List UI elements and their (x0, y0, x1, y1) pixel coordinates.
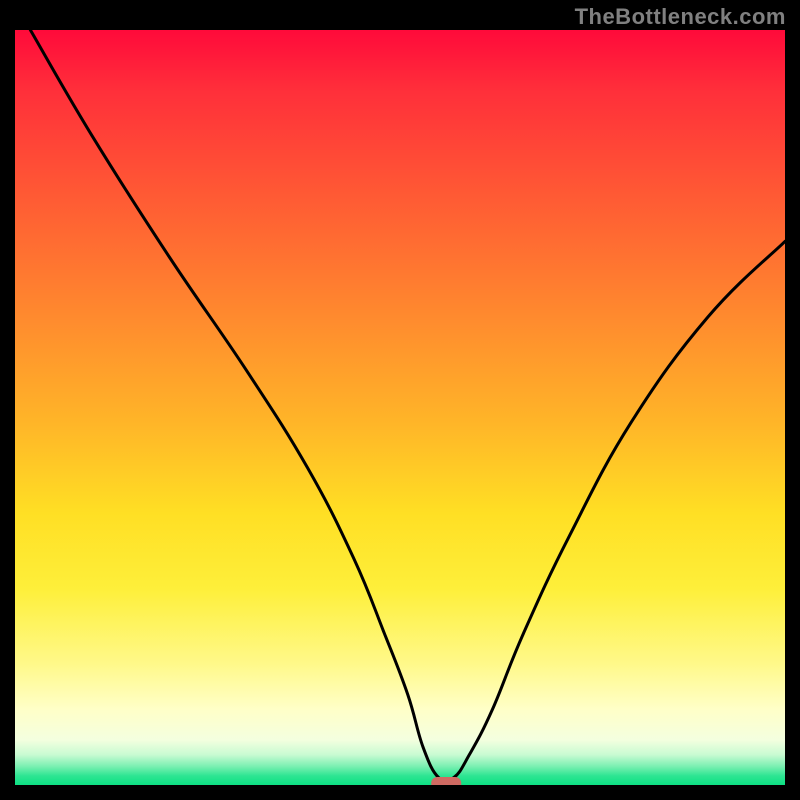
curve-layer (15, 30, 785, 785)
watermark-text: TheBottleneck.com (575, 4, 786, 30)
minimum-marker (431, 777, 461, 785)
plot-area (15, 30, 785, 785)
chart-frame: TheBottleneck.com (0, 0, 800, 800)
bottleneck-curve (30, 30, 785, 781)
